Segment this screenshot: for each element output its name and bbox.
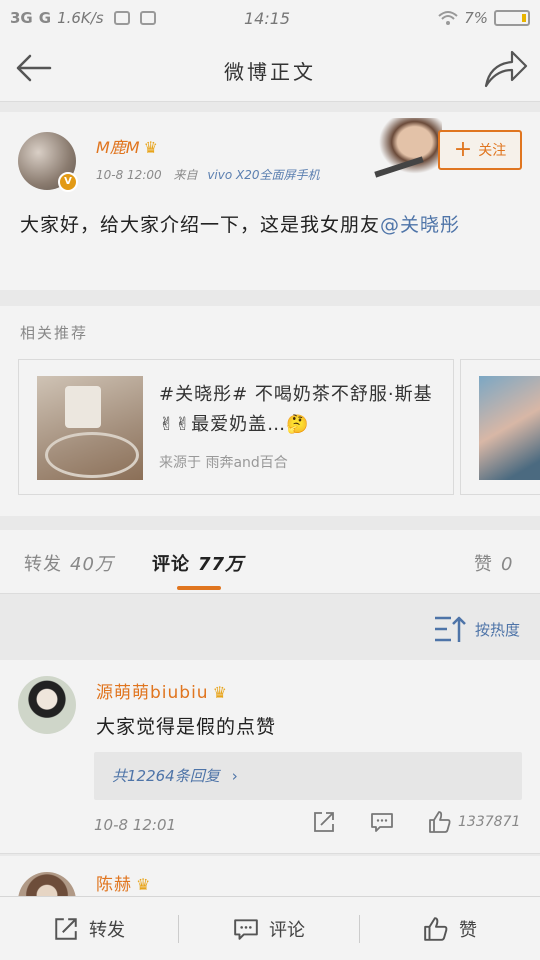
post-text-main: 大家好，给大家介绍一下，这是我女朋友	[20, 214, 381, 236]
signal-indicator-1: 3G	[10, 9, 33, 27]
battery-icon	[494, 10, 530, 26]
commenter-name-text: 陈赫	[96, 875, 132, 895]
tab-likes[interactable]: 赞0	[474, 550, 513, 576]
follow-button[interactable]: + 关注	[438, 130, 522, 170]
plus-icon: +	[453, 137, 473, 162]
share-arrow-icon[interactable]	[482, 48, 530, 90]
post-text: 大家好，给大家介绍一下，这是我女朋友@关晓彤	[20, 208, 520, 243]
post-from-label: 来自	[173, 168, 198, 182]
repost-label: 转发	[89, 920, 125, 941]
mention-link[interactable]: @关晓彤	[380, 214, 460, 236]
author-name-text: M鹿M	[96, 138, 140, 157]
view-replies-button[interactable]: 共12264条回复 ›	[94, 752, 522, 800]
sort-icon	[434, 616, 466, 642]
related-section: 相关推荐 #关晓彤# 不喝奶茶不舒服·斯基✌✌最爱奶盖…🤔 来源于 雨奔and百…	[0, 306, 540, 516]
author-avatar[interactable]: V	[18, 132, 78, 192]
tab-repost-label: 转发	[24, 554, 62, 575]
comment-label: 评论	[269, 920, 305, 941]
author-name[interactable]: M鹿M ♛	[96, 134, 158, 158]
wifi-icon	[438, 11, 458, 25]
tab-comments[interactable]: 评论 77万	[152, 550, 244, 576]
like-icon	[424, 917, 448, 941]
tab-comments-count: 77万	[198, 554, 245, 575]
replies-count: 共12264条回复	[112, 767, 220, 785]
comment-icon	[234, 919, 258, 940]
comment-button[interactable]: 评论	[180, 897, 358, 960]
comment-actions: 1337871	[312, 810, 520, 834]
related-thumbnail-2	[479, 376, 540, 480]
post-time: 10-8 12:00	[96, 168, 162, 182]
battery-percent: 7%	[464, 9, 488, 27]
like-label: 赞	[459, 920, 477, 941]
related-title: #关晓彤# 不喝奶茶不舒服·斯基✌✌最爱奶盖…🤔	[159, 384, 433, 435]
commenter-name[interactable]: 陈赫 ♛	[96, 870, 151, 895]
crown-icon: ♛	[143, 138, 158, 157]
related-source: 来源于 雨奔and百合	[159, 455, 288, 471]
commenter-avatar[interactable]	[18, 872, 76, 896]
bottom-action-bar: 转发 评论 赞	[0, 896, 540, 960]
tab-repost[interactable]: 转发 40万	[24, 550, 114, 576]
sort-by-hot-button[interactable]: 按热度	[433, 614, 520, 644]
related-label: 相关推荐	[20, 324, 89, 342]
post-meta: 10-8 12:00 来自 vivo X20全面屏手机	[96, 166, 320, 183]
sort-label: 按热度	[474, 620, 520, 639]
commenter-name[interactable]: 源萌萌biubiu ♛	[96, 678, 228, 703]
repost-button[interactable]: 转发	[0, 897, 178, 960]
crown-icon: ♛	[212, 683, 228, 702]
related-card[interactable]: #关晓彤# 不喝奶茶不舒服·斯基✌✌最爱奶盖…🤔 来源于 雨奔and百合	[18, 359, 454, 495]
like-button[interactable]: 赞	[360, 897, 540, 960]
repost-icon	[55, 918, 77, 940]
tab-likes-label: 赞	[474, 554, 493, 575]
post-card: V M鹿M ♛ 10-8 12:00 来自 vivo X20全面屏手机 + 关注 …	[0, 112, 540, 290]
divider	[178, 915, 179, 943]
network-speed: 1.6K/s	[57, 9, 104, 27]
like-icon[interactable]	[428, 810, 452, 834]
repost-icon[interactable]	[312, 810, 336, 834]
clock: 14:15	[244, 8, 291, 28]
signal-indicator-2: G	[38, 9, 52, 27]
active-tab-indicator	[177, 586, 221, 590]
notification-icon	[113, 11, 130, 25]
comment-icon[interactable]	[370, 810, 394, 834]
follow-label: 关注	[478, 143, 507, 159]
comment-item: 陈赫 ♛	[0, 856, 540, 896]
tab-likes-count: 0	[501, 554, 514, 575]
tab-repost-count: 40万	[70, 554, 114, 575]
related-card-2[interactable]	[460, 359, 540, 495]
commenter-name-text: 源萌萌biubiu	[96, 683, 209, 703]
page-title: 微博正文	[224, 60, 316, 84]
related-thumbnail	[37, 376, 143, 480]
commenter-avatar[interactable]	[18, 676, 76, 734]
crown-icon: ♛	[136, 875, 152, 894]
like-count: 1337871	[458, 814, 521, 830]
post-source[interactable]: vivo X20全面屏手机	[207, 168, 319, 182]
comment-text: 大家觉得是假的点赞	[96, 716, 277, 738]
verified-badge-icon: V	[58, 172, 78, 192]
post-tabs: 转发 40万 评论 77万 赞0	[0, 530, 540, 594]
sim-icon	[139, 11, 156, 25]
top-nav-bar: 微博正文	[0, 36, 540, 102]
comment-time: 10-8 12:01	[94, 816, 177, 834]
comment-item: 源萌萌biubiu ♛ 大家觉得是假的点赞 共12264条回复 › 10-8 12:…	[0, 660, 540, 854]
status-bar: 3G G 1.6K/s 14:15 7%	[0, 0, 540, 36]
card-decoration-image	[374, 118, 442, 178]
sort-bar: 按热度	[0, 596, 540, 660]
tab-comments-label: 评论	[152, 554, 190, 575]
chevron-right-icon: ›	[231, 767, 238, 785]
